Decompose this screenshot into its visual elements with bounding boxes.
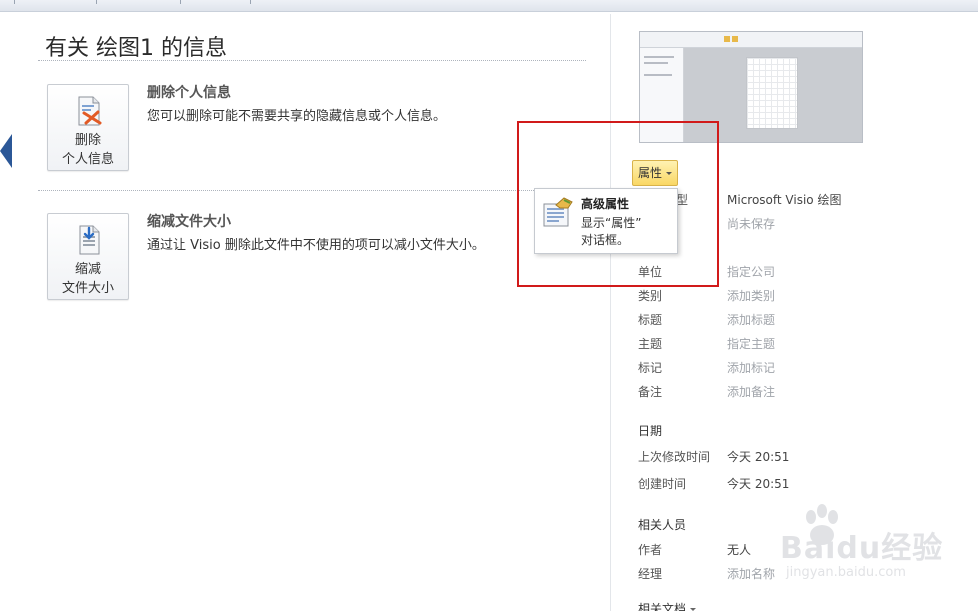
property-label-tags: 标记	[638, 361, 663, 375]
property-label-subject: 主题	[638, 337, 663, 351]
remove-personal-info-heading: 删除个人信息	[147, 85, 231, 101]
title-divider	[38, 60, 586, 61]
remove-personal-info-button[interactable]: 删除 个人信息	[47, 84, 129, 171]
reduce-file-size-label-line1: 缩减	[74, 262, 101, 277]
remove-personal-info-description: 您可以删除可能不需要共享的隐藏信息或个人信息。	[147, 109, 447, 124]
remove-personal-info-label-line1: 删除	[74, 133, 101, 148]
remove-personal-info-icon	[78, 96, 102, 126]
property-value-location: 尚未保存	[727, 217, 776, 231]
thumbnail-pane-line	[644, 62, 668, 64]
people-label-manager: 经理	[638, 567, 663, 581]
strip-separator	[180, 0, 181, 4]
property-label-category: 类别	[638, 289, 663, 303]
property-label-title: 标题	[638, 313, 663, 327]
people-value-author[interactable]: 无人	[727, 541, 751, 558]
property-value-title[interactable]: 添加标题	[727, 311, 775, 328]
reduce-file-size-description: 通过让 Visio 删除此文件中不使用的项可以减小文件大小。	[147, 238, 485, 253]
strip-separator	[250, 0, 251, 4]
reduce-file-size-button[interactable]: 缩减 文件大小	[47, 213, 129, 300]
thumbnail-pane-line	[644, 74, 672, 76]
watermark-url: jingyan.baidu.com	[786, 565, 906, 580]
people-label-author: 作者	[638, 543, 663, 557]
property-value-tags[interactable]: 添加标记	[727, 359, 775, 376]
people-heading: 相关人员	[638, 518, 687, 532]
thumbnail-pane-line	[644, 56, 674, 58]
reduce-file-size-label-line2: 文件大小	[61, 281, 114, 296]
strip-separator	[96, 0, 97, 4]
property-value-type: Microsoft Visio 绘图	[727, 193, 842, 207]
thumbnail-ribbon-mark	[724, 36, 730, 42]
section-divider	[38, 190, 586, 191]
property-value-comments[interactable]: 添加备注	[727, 383, 775, 400]
date-label-created: 创建时间	[638, 477, 687, 491]
property-value-category[interactable]: 添加类别	[727, 287, 775, 304]
ribbon-top-strip	[0, 0, 978, 12]
property-value-subject[interactable]: 指定主题	[727, 335, 775, 352]
remove-personal-info-label-line2: 个人信息	[61, 152, 114, 167]
thumbnail-page	[746, 57, 798, 129]
highlight-annotation-box	[517, 121, 719, 287]
baidu-watermark: Baidu经验 jingyan.baidu.com	[752, 504, 942, 595]
thumbnail-ribbon-mark	[732, 36, 738, 42]
right-pane-separator	[610, 14, 611, 611]
property-value-company[interactable]: 指定公司	[727, 263, 775, 280]
related-docs-heading[interactable]: 相关文档	[638, 600, 697, 611]
backstage-nav-arrow	[0, 134, 12, 168]
property-label-comments: 备注	[638, 385, 663, 399]
dates-heading: 日期	[638, 424, 663, 438]
date-value-created: 今天 20:51	[727, 477, 790, 491]
related-docs-label: 相关文档	[638, 602, 687, 611]
date-value-modified: 今天 20:51	[727, 450, 790, 464]
strip-separator	[14, 0, 15, 4]
reduce-file-size-icon	[79, 225, 100, 255]
date-label-modified: 上次修改时间	[638, 450, 711, 464]
watermark-text: Baidu经验	[780, 531, 944, 566]
reduce-file-size-heading: 缩减文件大小	[147, 214, 231, 230]
page-title: 有关 绘图1 的信息	[45, 36, 227, 61]
thumbnail-ribbon	[640, 32, 862, 48]
